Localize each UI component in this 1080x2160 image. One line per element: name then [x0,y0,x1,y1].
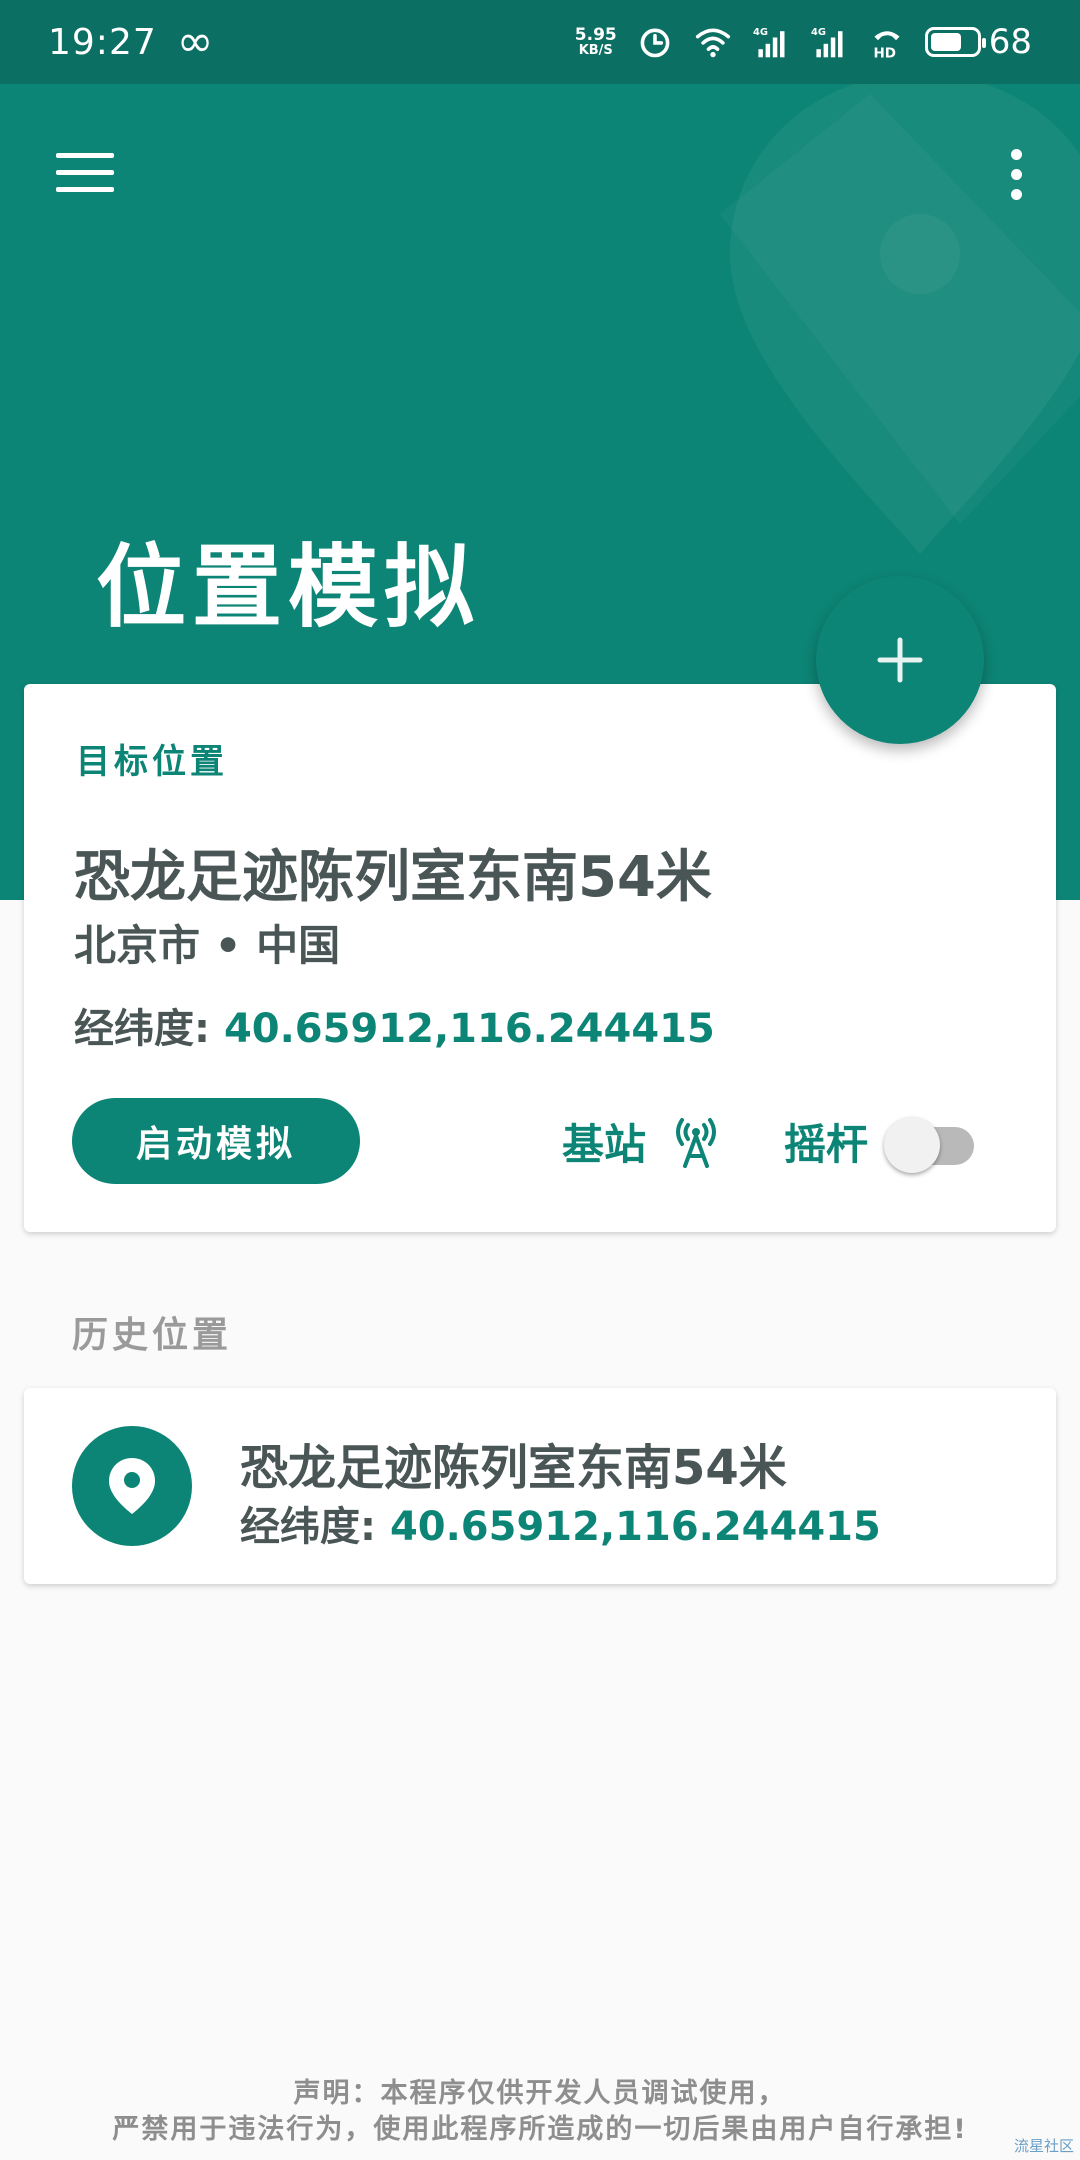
page-title: 位置模拟 [96,535,480,640]
joystick-label: 摇杆 [784,1119,869,1169]
target-location-card: 目标位置 恐龙足迹陈列室东南54米 北京市 • 中国 经纬度: 40.65912… [24,684,1056,1232]
hamburger-menu-icon[interactable] [48,136,120,208]
coord-value: 40.65912,116.244415 [223,1006,715,1052]
start-simulation-button[interactable]: 启动模拟 [72,1098,360,1184]
target-place-region: 北京市 • 中国 [74,921,341,970]
history-item-coordinates: 经纬度: 40.65912,116.244415 [240,1494,881,1552]
alarm-icon [640,28,670,58]
location-pin-icon [72,1426,192,1546]
battery-indicator: 68 [924,22,1032,62]
cell-tower-icon[interactable] [672,1114,720,1168]
history-item-name: 恐龙足迹陈列室东南54米 [240,1440,787,1496]
svg-text:HD: HD [873,45,896,60]
history-coord-value: 40.65912,116.244415 [389,1504,881,1550]
joystick-switch[interactable] [882,1111,978,1173]
battery-level: 68 [988,22,1032,62]
disclaimer: 声明：本程序仅供开发人员调试使用， 严禁用于违法行为，使用此程序所造成的一切后果… [0,2076,1080,2148]
disclaimer-line-1: 声明：本程序仅供开发人员调试使用， [293,2078,787,2109]
status-bar-right: 5.95 KB/S 4G 4G HD 68 [575,22,1032,62]
add-icon [877,637,923,683]
switch-thumb [884,1117,941,1173]
svg-text:4G: 4G [811,27,826,38]
basestation-toggle[interactable]: 基站 [562,1104,720,1178]
disclaimer-line-2: 严禁用于违法行为，使用此程序所造成的一切后果由用户自行承担! [112,2114,968,2145]
wifi-icon [695,28,730,58]
status-bar-left: 19:27 ∞ [48,20,213,64]
watermark: 流星社区 [1013,2137,1074,2155]
svg-text:4G: 4G [753,27,768,38]
target-coordinates: 经纬度: 40.65912,116.244415 [74,996,715,1054]
network-speed-value: 5.95 [574,25,617,45]
history-coord-label: 经纬度: [240,1504,376,1550]
more-vert-icon[interactable] [992,134,1040,214]
add-location-button[interactable] [816,576,984,744]
hd-call-icon: HD [873,31,900,60]
signal-4g-icon: 4G [811,27,843,58]
status-bar: 19:27 ∞ 5.95 KB/S 4G 4G HD 68 [0,0,1080,84]
coord-label: 经纬度: [74,1006,210,1052]
joystick-toggle-group: 摇杆 [784,1104,978,1178]
app-screen: 19:27 ∞ 5.95 KB/S 4G 4G HD 68 位置模拟 目标位置 … [0,0,1080,2160]
history-item[interactable]: 恐龙足迹陈列室东南54米 经纬度: 40.65912,116.244415 [24,1388,1056,1584]
infinity-icon: ∞ [176,16,214,67]
target-place-name: 恐龙足迹陈列室东南54米 [74,845,712,910]
basestation-label: 基站 [562,1119,647,1169]
signal-4g-icon: 4G [753,27,785,58]
network-speed: 5.95 KB/S [574,25,617,58]
battery-icon [924,27,986,57]
history-heading: 历史位置 [72,1315,233,1356]
network-speed-unit: KB/S [578,43,613,58]
target-section-label: 目标位置 [76,742,228,782]
status-time: 19:27 [48,21,157,63]
